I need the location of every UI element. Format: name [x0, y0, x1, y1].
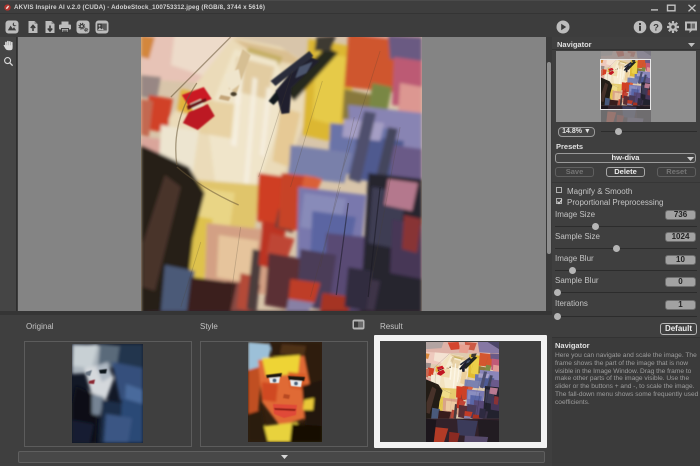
- svg-text:?: ?: [653, 22, 659, 33]
